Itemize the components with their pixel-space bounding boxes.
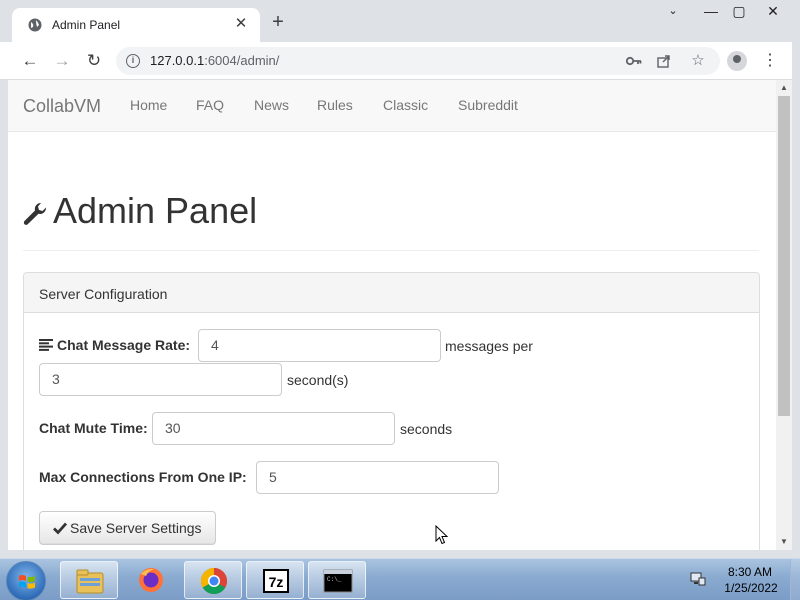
- page-title: Admin Panel: [53, 190, 258, 231]
- mouse-cursor-icon: [435, 525, 449, 545]
- max-connections-label: Max Connections From One IP:: [39, 469, 247, 485]
- scroll-up-arrow-icon[interactable]: ▲: [776, 80, 792, 96]
- checkmark-icon: [53, 522, 67, 535]
- browser-toolbar: ← → ↻ i 127.0.0.1:6004/admin/ ☆ ⋮: [0, 42, 800, 80]
- title-divider: [23, 250, 759, 251]
- tab-title: Admin Panel: [52, 18, 121, 32]
- close-window-button[interactable]: ✕: [756, 0, 790, 22]
- nav-link-news[interactable]: News: [254, 97, 289, 113]
- nav-link-home[interactable]: Home: [130, 97, 167, 113]
- back-arrow-icon[interactable]: ←: [19, 50, 41, 72]
- window-frame-bottom: [0, 550, 800, 558]
- kebab-menu-icon[interactable]: ⋮: [760, 50, 780, 72]
- page-viewport: CollabVM Home FAQ News Rules Classic Sub…: [8, 80, 776, 550]
- nav-link-rules[interactable]: Rules: [317, 97, 353, 113]
- clock-time[interactable]: 8:30 AM: [720, 565, 780, 579]
- chat-rate-label: Chat Message Rate:: [57, 337, 191, 353]
- profile-avatar-icon[interactable]: [727, 51, 747, 71]
- mute-time-input[interactable]: 30: [152, 412, 395, 445]
- nav-link-subreddit[interactable]: Subreddit: [458, 97, 518, 113]
- forward-arrow-icon[interactable]: →: [51, 50, 73, 72]
- globe-icon: [28, 18, 42, 32]
- chat-rate-messages-input[interactable]: 4: [198, 329, 441, 362]
- window-frame-left: [0, 80, 8, 558]
- save-server-settings-button[interactable]: Save Server Settings: [39, 511, 216, 545]
- cmd-icon: C:\_: [323, 569, 353, 593]
- page-scrollbar[interactable]: ▲ ▼: [776, 80, 792, 550]
- taskbar-7zip[interactable]: 7z: [246, 561, 304, 599]
- scrollbar-thumb[interactable]: [778, 96, 790, 416]
- seconds-paren-text: second(s): [287, 372, 349, 388]
- messages-per-text: messages per: [445, 338, 533, 354]
- site-info-icon[interactable]: i: [126, 54, 140, 68]
- site-navbar: CollabVM Home FAQ News Rules Classic Sub…: [8, 80, 776, 132]
- taskbar-firefox[interactable]: [122, 561, 180, 599]
- share-icon[interactable]: [654, 51, 674, 71]
- 7zip-icon: 7z: [263, 569, 289, 593]
- max-connections-input[interactable]: 5: [256, 461, 499, 494]
- clock-date[interactable]: 1/25/2022: [716, 581, 786, 595]
- taskbar-chrome[interactable]: [184, 561, 242, 599]
- maximize-window-button[interactable]: ▢: [722, 0, 756, 22]
- nav-link-classic[interactable]: Classic: [383, 97, 428, 113]
- chat-rate-seconds-input[interactable]: 3: [39, 363, 282, 396]
- panel-title: Server Configuration: [39, 286, 168, 302]
- key-icon[interactable]: [624, 51, 644, 71]
- wrench-icon: [23, 202, 47, 225]
- show-desktop-button[interactable]: [790, 559, 800, 600]
- tab-search-icon[interactable]: ⌄: [656, 0, 690, 22]
- bookmark-star-icon[interactable]: ☆: [688, 51, 708, 71]
- explorer-icon: [76, 569, 104, 594]
- tab-admin-panel[interactable]: Admin Panel ✕: [12, 8, 260, 42]
- url-text[interactable]: 127.0.0.1:6004/admin/: [150, 53, 279, 68]
- server-config-panel: Server Configuration Chat Message Rate: …: [23, 272, 760, 550]
- mute-time-label: Chat Mute Time:: [39, 420, 148, 436]
- save-button-label: Save Server Settings: [70, 520, 202, 536]
- close-tab-icon[interactable]: ✕: [232, 15, 250, 33]
- panel-heading: Server Configuration: [24, 273, 759, 313]
- site-brand[interactable]: CollabVM: [23, 96, 101, 117]
- mute-unit-text: seconds: [400, 421, 453, 437]
- address-bar[interactable]: i 127.0.0.1:6004/admin/ ☆: [116, 47, 720, 75]
- new-tab-button[interactable]: +: [268, 12, 288, 33]
- chrome-icon: [200, 567, 228, 595]
- svg-text:7z: 7z: [269, 574, 284, 590]
- taskbar-explorer[interactable]: [60, 561, 118, 599]
- windows-taskbar: 7z C:\_ 8:30 AM 1/25/2022: [0, 558, 800, 600]
- reload-icon[interactable]: ↻: [83, 50, 105, 72]
- nav-link-faq[interactable]: FAQ: [196, 97, 224, 113]
- network-icon[interactable]: [690, 572, 706, 586]
- firefox-icon: [139, 568, 163, 592]
- window-frame-right: [792, 42, 800, 558]
- scroll-down-arrow-icon[interactable]: ▼: [776, 534, 792, 550]
- taskbar-cmd[interactable]: C:\_: [308, 561, 366, 599]
- start-button[interactable]: [6, 561, 46, 600]
- windows-logo-icon: [19, 575, 35, 589]
- align-left-icon: [39, 339, 53, 351]
- browser-tab-strip: Admin Panel ✕ + ⌄ — ▢ ✕: [0, 0, 800, 42]
- svg-text:C:\_: C:\_: [327, 576, 342, 583]
